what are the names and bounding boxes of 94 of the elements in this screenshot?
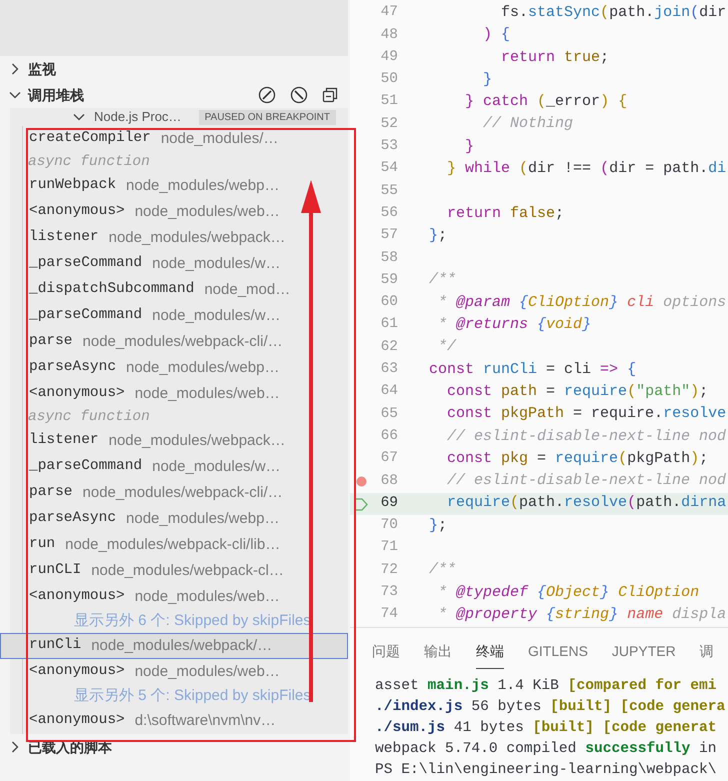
- async-label: async function: [27, 152, 151, 172]
- panel-tab[interactable]: 调: [700, 632, 714, 668]
- panel-tab[interactable]: JUPYTER: [612, 632, 676, 668]
- stack-frame[interactable]: runWebpack node_modules/webp…: [0, 173, 348, 199]
- code-line: };: [429, 516, 448, 536]
- line-number: 51: [380, 92, 398, 112]
- line-number: 56: [380, 204, 398, 223]
- line-number: 54: [380, 159, 398, 178]
- code-line: // Nothing: [482, 114, 574, 134]
- code-line: const runCli = cli => {: [429, 360, 636, 380]
- stack-frame[interactable]: <anonymous> node_modules/web…: [0, 584, 348, 610]
- code-line: /**: [429, 270, 456, 290]
- code-line: // eslint-disable-next-line nod: [446, 426, 726, 447]
- section-title[interactable]: 监视: [28, 58, 56, 80]
- thread-name[interactable]: Node.js Proc…: [94, 107, 182, 127]
- line-number: 65: [380, 404, 398, 424]
- circle-slash-icon[interactable]: [290, 86, 308, 104]
- line-number: 50: [380, 70, 398, 90]
- stack-frame[interactable]: <anonymous> node_modules/web…: [0, 381, 348, 407]
- stack-frame[interactable]: listener node_modules/webpack…: [0, 225, 348, 251]
- code-line: /**: [429, 560, 456, 580]
- code-line: */: [437, 337, 456, 358]
- code-line: }: [482, 70, 492, 90]
- section-title[interactable]: 调用堆栈: [28, 84, 84, 106]
- code-line: require(path.resolve(path.dirna: [446, 493, 726, 514]
- stack-frame[interactable]: parse node_modules/webpack-cli/…: [0, 329, 348, 355]
- stack-frame[interactable]: _parseCommand node_modules/w…: [0, 454, 348, 480]
- line-number: 74: [380, 605, 398, 624]
- terminal-line: webpack 5.74.0 compiled successfully in: [375, 740, 718, 759]
- code-line: * @param {CliOption} cli options: [437, 292, 726, 313]
- terminal-line: asset main.js 1.4 KiB [compared for emi: [375, 677, 718, 696]
- panel-tab[interactable]: 问题: [372, 632, 400, 668]
- line-number: 53: [380, 137, 398, 156]
- code-line: fs.statSync(path.join(dir: [500, 2, 726, 23]
- line-number: 66: [380, 426, 398, 446]
- line-number: 49: [380, 48, 398, 67]
- code-line: }: [464, 136, 474, 157]
- stack-frame[interactable]: <anonymous> node_modules/web…: [0, 659, 348, 685]
- breakpoint-dot-icon[interactable]: [356, 476, 367, 488]
- code-line: * @typedef {Object} CliOption: [437, 582, 700, 603]
- stack-frame[interactable]: _parseCommand node_modules/w…: [0, 251, 348, 277]
- async-label: async function: [27, 408, 151, 427]
- stack-frame[interactable]: parse node_modules/webpack-cli/…: [0, 480, 348, 506]
- line-number: 71: [380, 538, 398, 558]
- collapse-all-icon[interactable]: [322, 87, 338, 103]
- circle-slash-icon[interactable]: [258, 86, 276, 104]
- line-number: 63: [380, 360, 398, 380]
- line-number: 62: [380, 338, 398, 357]
- code-line: * @property {string} name displa: [437, 604, 726, 625]
- line-number: 57: [380, 226, 398, 246]
- code-line: } while (dir !== (dir = path.di: [446, 158, 726, 179]
- line-number: 59: [380, 270, 398, 290]
- stack-frame[interactable]: <anonymous> d:\software\nvm\nv…: [0, 708, 348, 734]
- line-number: 61: [380, 315, 398, 334]
- line-number: 47: [380, 3, 398, 22]
- line-number: 69: [380, 494, 398, 513]
- stack-frame[interactable]: _parseCommand node_modules/w…: [0, 303, 348, 329]
- stack-frame[interactable]: _dispatchSubcommand node_mod…: [0, 277, 348, 303]
- status-badge: PAUSED ON BREAKPOINT: [198, 110, 336, 124]
- code-line: // eslint-disable-next-line nod: [446, 471, 726, 492]
- code-line: return false;: [446, 204, 564, 224]
- line-number: 55: [380, 182, 398, 201]
- stack-frame[interactable]: runCLI node_modules/webpack-cl…: [0, 558, 348, 584]
- terminal-line: ./sum.js 41 bytes [built] [code generat: [375, 719, 718, 738]
- line-number: 70: [380, 516, 398, 536]
- code-line: };: [429, 226, 448, 246]
- line-number: 60: [380, 293, 398, 312]
- code-line: const pkgPath = require.resolve: [446, 404, 726, 424]
- line-number: 64: [380, 382, 398, 402]
- panel-tab[interactable]: 输出: [424, 632, 452, 668]
- stack-frame[interactable]: listener node_modules/webpack…: [0, 428, 348, 454]
- line-number: 73: [380, 582, 398, 602]
- code-line: const pkg = require(pkgPath);: [446, 448, 708, 469]
- line-number: 52: [380, 114, 398, 134]
- panel-tab[interactable]: GITLENS: [528, 632, 588, 668]
- terminal-line: ./index.js 56 bytes [built] [code genera: [375, 698, 726, 717]
- code-line: * @returns {void}: [437, 315, 592, 336]
- stack-frame[interactable]: runCli node_modules/webpack/…: [0, 633, 348, 659]
- line-number: 68: [380, 472, 398, 490]
- panel-tab[interactable]: 终端: [476, 632, 504, 668]
- stack-frame[interactable]: createCompiler node_modules/…: [0, 126, 348, 152]
- stack-frame[interactable]: <anonymous> node_modules/web…: [0, 199, 348, 225]
- code-line: return true;: [500, 48, 610, 68]
- stack-frame[interactable]: parseAsync node_modules/webp…: [0, 506, 348, 532]
- line-number: 48: [380, 26, 398, 45]
- stack-frame[interactable]: parseAsync node_modules/webp…: [0, 355, 348, 381]
- stack-frame[interactable]: run node_modules/webpack-cli/lib…: [0, 532, 348, 558]
- code-line: ) {: [482, 25, 510, 46]
- line-number: 58: [380, 248, 398, 268]
- code-line: } catch (_error) {: [464, 92, 628, 112]
- line-number: 67: [380, 449, 398, 468]
- line-number: 72: [380, 560, 398, 580]
- code-line: const path = require("path");: [446, 382, 708, 402]
- terminal-line: PS E:\lin\engineering-learning\webpack\: [375, 761, 718, 780]
